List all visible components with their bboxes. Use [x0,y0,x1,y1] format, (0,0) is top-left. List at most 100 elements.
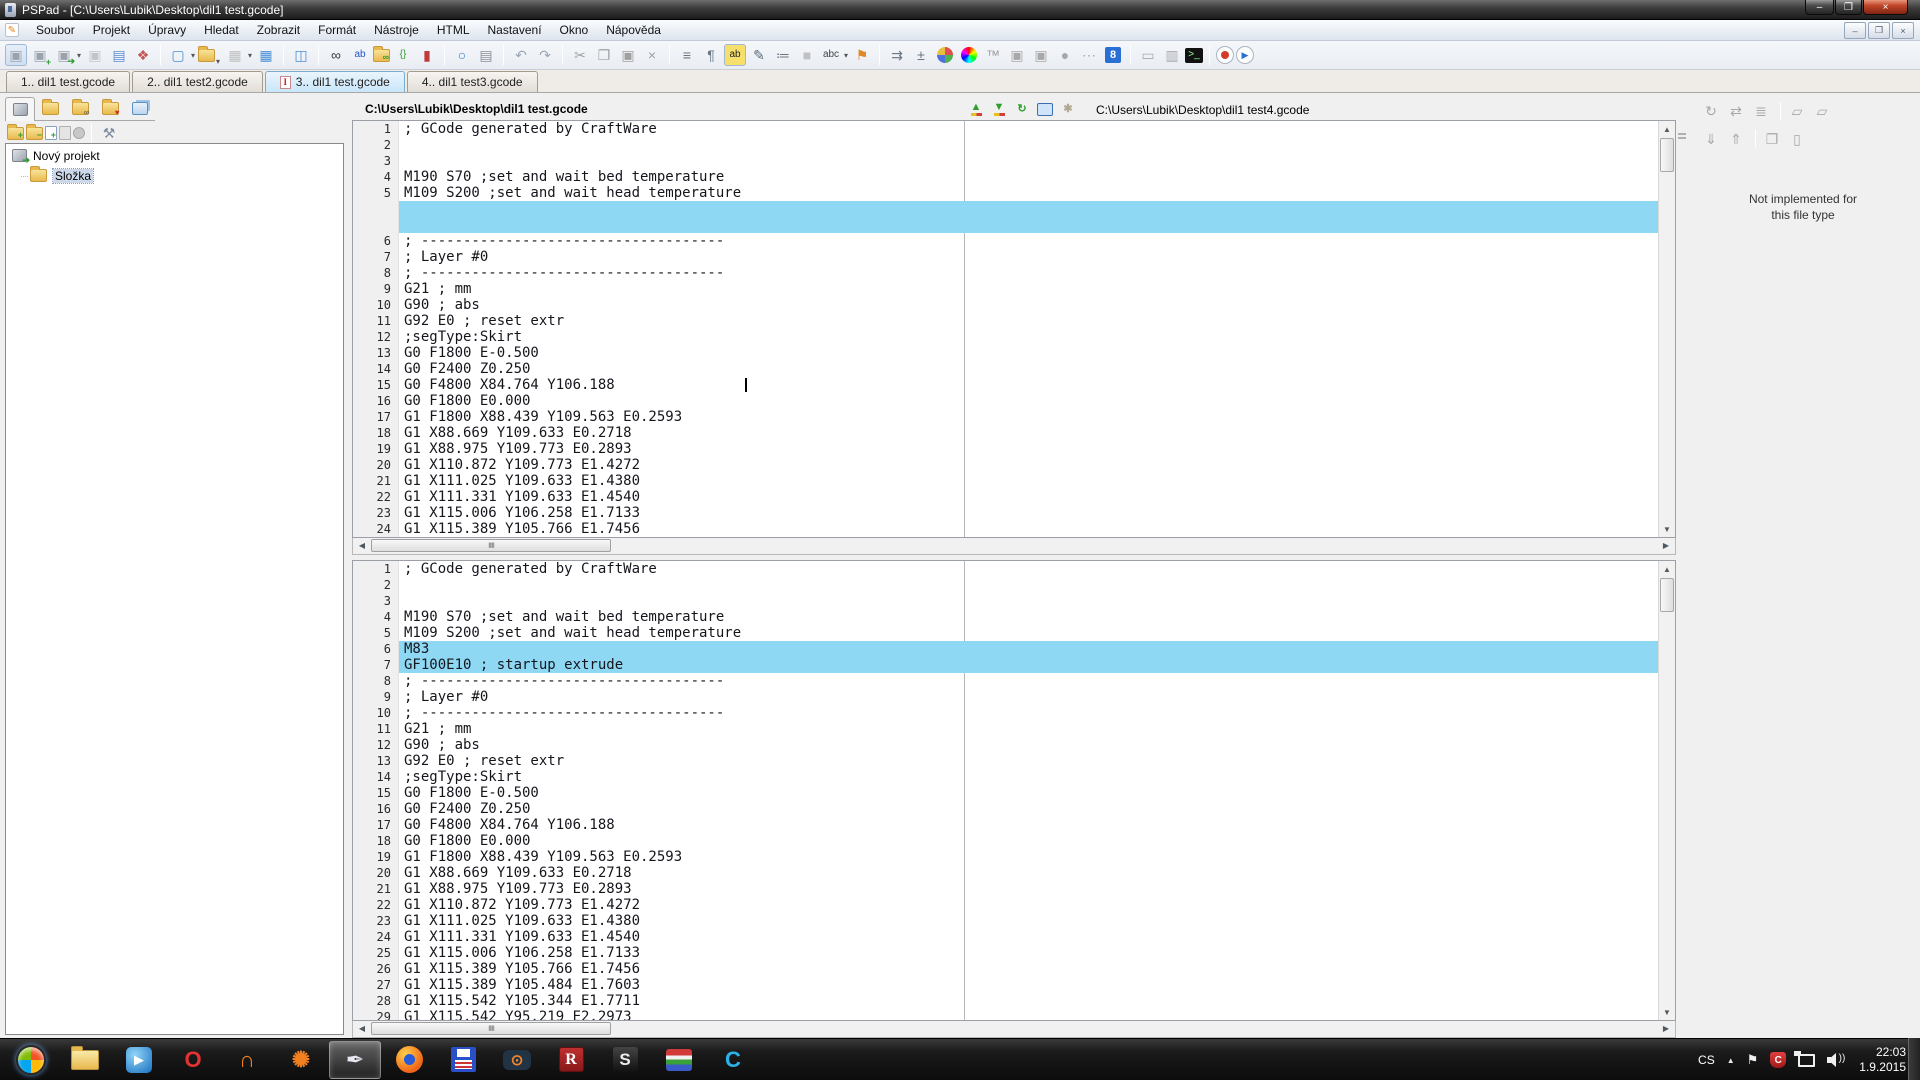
tree-item-project[interactable]: Nový projekt [6,147,343,164]
delete-icon[interactable]: × [641,44,663,66]
scrollbar-thumb[interactable] [1660,138,1674,172]
find-icon[interactable]: ∞ [325,44,347,66]
horizontal-scrollbar[interactable]: ◀ ▶ [352,538,1676,555]
blender-icon[interactable]: ⊙ [491,1041,543,1079]
code-text[interactable]: G1 X115.006 Y106.258 E1.7133 [399,505,1658,521]
project-cubes-icon[interactable]: ❖ [132,44,154,66]
scrollbar-thumb[interactable] [1660,578,1674,612]
horizontal-scrollbar[interactable]: ◀ ▶ [352,1021,1676,1038]
code-text[interactable] [399,217,1658,233]
volume-icon[interactable]: )) [1827,1053,1845,1067]
code-text[interactable]: G1 X88.975 Y109.773 E0.2893 [399,441,1658,457]
spell-check-icon[interactable]: abc▾ [820,44,842,66]
code-text[interactable]: ; Layer #0 [399,249,1658,265]
code-text[interactable]: G0 F1800 E0.000 [399,833,1658,849]
code-text[interactable]: M109 S200 ;set and wait head temperature [399,625,1658,641]
scrollbar-thumb[interactable] [371,539,611,552]
sidebar-tab-project[interactable] [5,97,35,121]
document-tab[interactable]: I3.. dil1 test.gcode [265,71,405,92]
menu-item-zobrazit[interactable]: Zobrazit [248,21,309,39]
media-player-icon[interactable]: ▶ [113,1041,165,1079]
code-text[interactable]: G21 ; mm [399,281,1658,297]
pspad-taskbar-icon[interactable]: ✒ [329,1041,381,1079]
save-all-icon[interactable]: ▦ [255,44,277,66]
scroll-left-arrow[interactable]: ◀ [354,1021,370,1036]
menu-item-nápověda[interactable]: Nápověda [597,21,670,39]
format-pen-icon[interactable]: ✎ [748,44,770,66]
tree-item-folder[interactable]: ···· Složka [6,167,343,184]
mdi-restore-button[interactable]: ❐ [1868,22,1890,39]
code-text[interactable]: ; ------------------------------------ [399,265,1658,281]
code-text[interactable]: G1 F1800 X88.439 Y109.563 E0.2593 [399,849,1658,865]
code-text[interactable] [399,153,1658,169]
info-gray-icon[interactable] [73,127,85,139]
diff-pane-top[interactable]: 1; GCode generated by CraftWare234M190 S… [352,120,1676,538]
code-text[interactable]: G1 X115.389 Y105.484 E1.7603 [399,977,1658,993]
diff-pane-bottom[interactable]: 1; GCode generated by CraftWare234M190 S… [352,560,1676,1021]
help-book-icon[interactable]: ▮ [416,44,438,66]
code-text[interactable]: ;segType:Skirt [399,329,1658,345]
hidden-icons-arrow[interactable]: ▲ [1727,1056,1735,1065]
project-compile-icon[interactable]: ▣ [5,44,27,66]
code-text[interactable]: G0 F4800 X84.764 Y106.188 [399,377,1658,393]
code-text[interactable]: ; ------------------------------------ [399,705,1658,721]
add-folder-icon[interactable]: + [7,127,24,140]
remove-folder-icon[interactable]: − [26,127,43,140]
mdi-minimize-button[interactable]: – [1844,22,1866,39]
code-text[interactable]: G1 X111.331 Y109.633 E1.4540 [399,489,1658,505]
copy-gray-icon[interactable]: ❐ [1761,129,1783,149]
play-macro-icon[interactable]: ▶ [1236,46,1254,64]
undo-icon[interactable]: ↶ [510,44,532,66]
network-icon[interactable] [1798,1054,1815,1067]
open-file-icon[interactable]: ▾ [198,49,215,62]
project-dim-icon[interactable]: ▣ [84,44,106,66]
cut-icon[interactable]: ✂ [569,44,591,66]
sidebar-tab-favorites[interactable] [95,97,125,121]
scroll-up-arrow[interactable]: ▲ [1659,561,1675,577]
code-text[interactable]: ; GCode generated by CraftWare [399,561,1658,577]
code-text[interactable]: G21 ; mm [399,721,1658,737]
code-text[interactable]: G90 ; abs [399,737,1658,753]
shell-window-icon[interactable]: ▭ [1137,44,1159,66]
code-text[interactable]: G0 F2400 Z0.250 [399,801,1658,817]
code-text[interactable]: M190 S70 ;set and wait bed temperature [399,609,1658,625]
document-tab[interactable]: 1.. dil1 test.gcode [6,71,130,92]
date-stamp-icon[interactable]: ▣ [1006,44,1028,66]
highlight-icon[interactable]: ab [724,44,746,66]
code-text[interactable]: G1 X88.975 Y109.773 E0.2893 [399,881,1658,897]
vertical-scrollbar[interactable]: ▲ ▼ [1658,121,1675,537]
palette-icon[interactable] [937,47,953,63]
code-text[interactable]: G90 ; abs [399,297,1658,313]
code-text[interactable]: G1 X111.025 Y109.633 E1.4380 [399,473,1658,489]
restore-button[interactable]: ❐ [1835,0,1862,15]
code-template-icon[interactable]: {} [392,44,414,66]
mdi-close-button[interactable]: × [1892,22,1914,39]
sidebar-panel-icon[interactable]: ◫ [290,44,312,66]
clock[interactable]: 22:03 1.9.2015 [1859,1045,1906,1075]
code-text[interactable]: M190 S70 ;set and wait bed temperature [399,169,1658,185]
scroll-down-arrow[interactable]: ▼ [1659,521,1675,537]
code-text[interactable]: G1 X110.872 Y109.773 E1.4272 [399,897,1658,913]
sidebar-tab-explorer[interactable] [65,97,95,121]
scroll-left-arrow[interactable]: ◀ [354,538,370,553]
menu-item-projekt[interactable]: Projekt [84,21,139,39]
pin-icon[interactable]: ⚑ [851,44,873,66]
code-text[interactable] [399,137,1658,153]
trademark-icon[interactable]: ™ [982,44,1004,66]
minimize-button[interactable]: – [1805,0,1834,15]
graphics-tool-icon[interactable]: ✺ [275,1041,327,1079]
line-format-icon[interactable]: ≡ [676,44,698,66]
vertical-scrollbar[interactable]: ▲ ▼ [1658,561,1675,1020]
code-text[interactable]: G1 X111.025 Y109.633 E1.4380 [399,913,1658,929]
code-text[interactable]: G0 F1800 E0.000 [399,393,1658,409]
action-center-flag-icon[interactable]: ⚑ [1747,1052,1759,1068]
doc-down-gray-icon[interactable]: ⇓ [1700,129,1722,149]
lock-icon[interactable]: ■ [796,44,818,66]
code-text[interactable]: G92 E0 ; reset extr [399,313,1658,329]
code-text[interactable]: M83 [399,641,1658,657]
next-difference-icon[interactable]: ▼ [989,100,1009,118]
scrollbar-thumb[interactable] [371,1022,611,1035]
r-app-icon[interactable]: R [545,1041,597,1079]
code-text[interactable]: G0 F4800 X84.764 Y106.188 [399,817,1658,833]
stack-app-icon[interactable] [653,1041,705,1079]
